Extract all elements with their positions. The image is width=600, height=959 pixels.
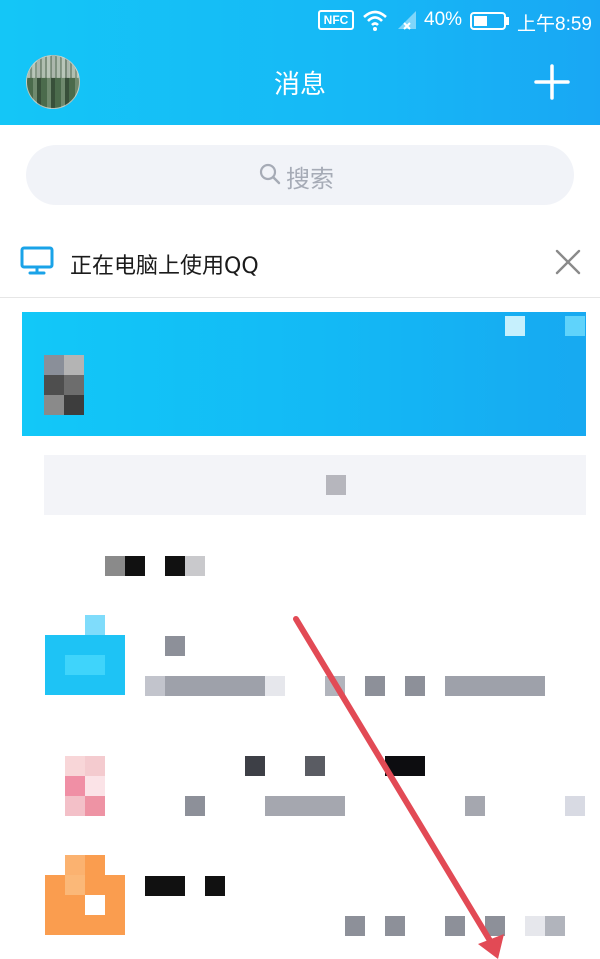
pinned-banner[interactable] [22, 312, 586, 436]
search-placeholder: 搜索 [286, 165, 334, 193]
clock: 上午8:59 [517, 14, 592, 35]
pixelated-block [44, 375, 64, 395]
battery-percent: 40% [424, 9, 463, 30]
pixelated-block [565, 316, 585, 336]
pixelated-block [505, 316, 525, 336]
search-input[interactable]: 搜索 [26, 145, 574, 205]
wifi-icon [363, 10, 387, 31]
pixelated-block [44, 355, 64, 375]
pixelated-block [44, 395, 64, 415]
signal-icon [398, 11, 416, 30]
plus-icon[interactable] [534, 64, 570, 100]
pixelated-block [64, 395, 84, 415]
close-icon[interactable] [554, 248, 582, 276]
monitor-icon [20, 246, 54, 275]
notice-bar[interactable] [44, 455, 586, 515]
battery-icon [470, 12, 509, 30]
pc-notice-label: 正在电脑上使用QQ [70, 254, 259, 279]
pixelated-block [64, 375, 84, 395]
status-bar: NFC 40% 上午8:59 [0, 0, 600, 44]
app-header: NFC 40% 上午8:59 消息 [0, 0, 600, 125]
pixelated-block [64, 355, 84, 375]
nfc-indicator: NFC [318, 10, 354, 30]
search-icon [259, 163, 281, 185]
pixelated-block [326, 475, 346, 495]
pc-login-notice[interactable]: 正在电脑上使用QQ [0, 228, 600, 298]
page-title: 消息 [273, 70, 326, 100]
